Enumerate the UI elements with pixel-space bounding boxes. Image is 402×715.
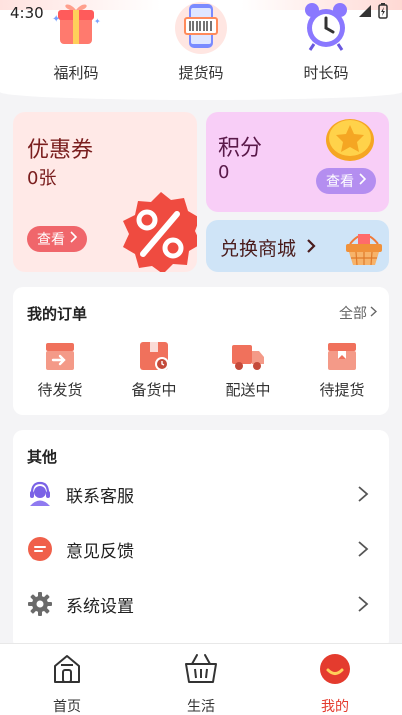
points-title: 积分 [218,136,263,161]
orders-all-label: 全部 [339,306,367,322]
orders-heading: 我的订单 [27,305,88,323]
mall-title-row: 兑换商城 [220,234,316,261]
tab-mine[interactable]: 我的 [295,652,375,715]
chevron-right-icon [370,305,378,321]
gear-icon [27,591,53,617]
tab-label: 首页 [53,699,81,715]
chevron-right-icon [69,231,78,247]
order-status-label: 待发货 [37,381,83,399]
pickup-box-icon [325,339,359,373]
tab-home[interactable]: 首页 [27,652,107,715]
order-status-label: 备货中 [131,381,177,399]
points-view-label: 查看 [326,174,354,190]
order-status-delivering[interactable]: 配送中 [208,339,288,400]
order-status-awaiting-pickup[interactable]: 待提货 [302,339,382,400]
tab-life[interactable]: 生活 [161,652,241,715]
points-view-button[interactable]: 查看 [316,168,376,194]
delivery-truck-icon [231,339,265,373]
tab-label: 生活 [187,699,215,715]
other-card: 其他 联系客服 意见反馈 系统设置 [13,430,389,650]
gift-basket-icon [344,228,384,266]
signal-icon [358,4,372,22]
mall-title: 兑换商城 [220,238,297,260]
quick-code-label: 提货码 [178,64,224,82]
coupon-view-button[interactable]: 查看 [27,226,87,252]
quick-code-label: 福利码 [53,64,99,82]
battery-icon [378,3,388,23]
headset-icon [27,481,53,507]
stock-box-icon [137,339,171,373]
points-count: 0 [218,162,230,183]
order-status-label: 待提货 [319,381,365,399]
points-card[interactable]: 积分 0 查看 [206,112,389,212]
percent-badge-icon [113,182,197,272]
profile-icon [318,652,352,686]
order-status-preparing[interactable]: 备货中 [114,339,194,400]
chevron-right-icon [357,485,369,503]
coin-star-icon [324,116,376,164]
basket-icon [184,652,218,686]
chevron-right-icon [306,237,316,259]
status-time: 4:30 [10,4,44,22]
chevron-right-icon [358,173,367,189]
menu-item-label: 意见反馈 [66,541,134,562]
menu-item-label: 系统设置 [66,596,134,617]
coupon-count: 0张 [27,168,57,189]
other-heading: 其他 [27,448,58,466]
coupon-title: 优惠券 [27,138,94,163]
coupon-card[interactable]: 优惠券 0张 查看 [13,112,197,272]
exchange-mall-card[interactable]: 兑换商城 [206,220,389,272]
tab-label: 我的 [321,699,349,715]
feedback-icon [27,536,53,562]
shipping-box-icon [43,339,77,373]
quick-code-label: 时长码 [303,64,349,82]
bottom-tab-bar: 首页 生活 我的 [0,643,402,715]
my-orders-card: 我的订单 全部 待发货 备货中 配送中 待提货 [13,287,389,415]
orders-all-link[interactable]: 全部 [339,303,378,323]
chevron-right-icon [357,540,369,558]
coupon-view-label: 查看 [37,232,65,248]
menu-item-settings[interactable]: 系统设置 [13,584,389,624]
menu-item-feedback[interactable]: 意见反馈 [13,529,389,569]
chevron-right-icon [357,595,369,613]
menu-item-contact-service[interactable]: 联系客服 [13,474,389,514]
home-icon [50,652,84,686]
order-status-label: 配送中 [225,381,271,399]
menu-item-label: 联系客服 [66,486,134,507]
order-status-pending-shipment[interactable]: 待发货 [20,339,100,400]
status-bar: 4:30 [0,0,402,26]
